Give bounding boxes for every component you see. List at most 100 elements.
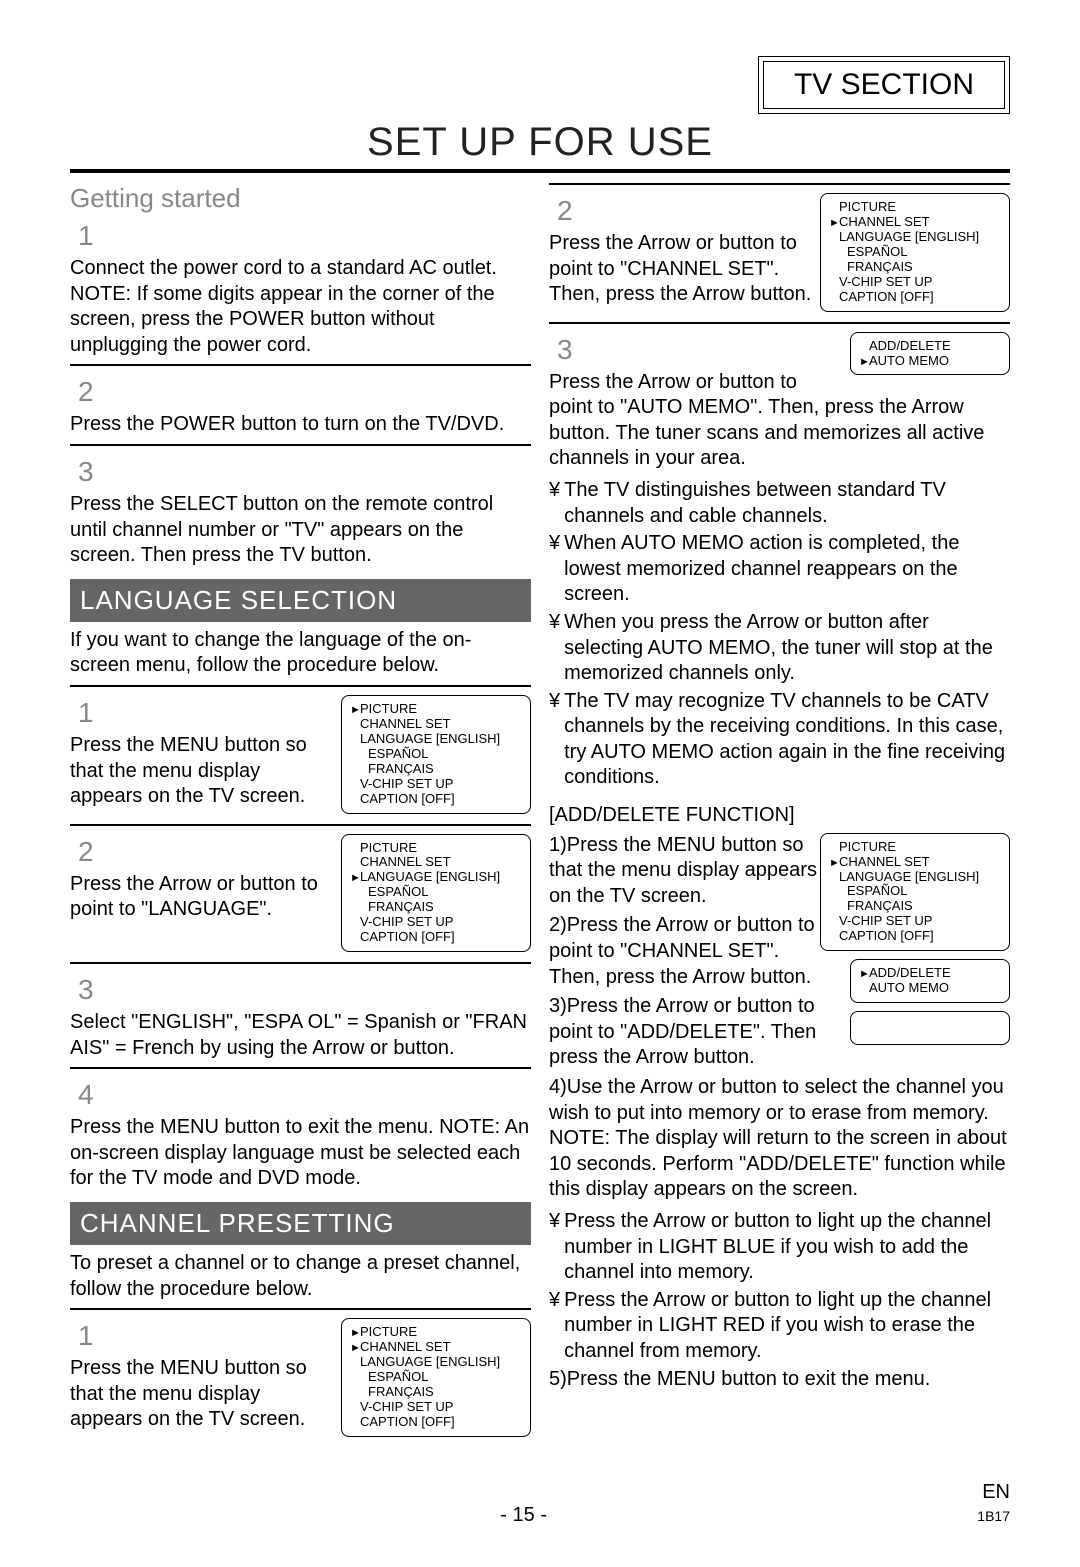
menu-item: CHANNEL SET: [360, 1340, 451, 1355]
right-column: PICTURE CHANNEL SET LANGUAGE [ENGLISH] E…: [549, 181, 1010, 1441]
lang-step-1: PICTURE CHANNEL SET LANGUAGE [ENGLISH] E…: [70, 693, 531, 818]
menu-item: CAPTION [OFF]: [839, 929, 934, 944]
page-footer: - 15 - EN 1B17: [70, 1481, 1010, 1527]
right-step-2: PICTURE CHANNEL SET LANGUAGE [ENGLISH] E…: [549, 191, 1010, 316]
yen-bullet-icon: ¥: [549, 1209, 560, 1286]
step-number: 2: [78, 376, 94, 408]
menu-item: ESPAÑOL: [368, 747, 428, 762]
menu-item: FRANÇAIS: [368, 900, 434, 915]
menu-item: V-CHIP SET UP: [360, 777, 453, 792]
step-divider: [70, 962, 531, 964]
menu-item: ADD/DELETE: [869, 966, 951, 981]
step-number: 2: [557, 195, 573, 227]
bullet-item: ¥When you press the Arrow or button afte…: [549, 610, 1010, 687]
bullet-text: When AUTO MEMO action is completed, the …: [564, 531, 1010, 608]
menu-item: V-CHIP SET UP: [360, 1400, 453, 1415]
bullet-item: ¥Press the Arrow or button to light up t…: [549, 1288, 1010, 1365]
menu-item: CHANNEL SET: [360, 717, 451, 732]
bullet-text: When you press the Arrow or button after…: [564, 610, 1010, 687]
menu-item: LANGUAGE [ENGLISH]: [360, 732, 500, 747]
bullet-text: Press the Arrow or button to light up th…: [564, 1288, 1010, 1365]
yen-bullet-icon: ¥: [549, 531, 560, 608]
step-body: Press the SELECT button on the remote co…: [70, 492, 531, 569]
step-number: 3: [557, 334, 573, 366]
menu-item: CHANNEL SET: [360, 855, 451, 870]
step-divider: [70, 364, 531, 366]
add-delete-heading: [ADD/DELETE FUNCTION]: [549, 803, 1010, 829]
triangle-right-icon: [859, 354, 869, 369]
step-divider: [549, 183, 1010, 185]
right-step-3: ADD/DELETE AUTO MEMO 3 Press the Arrow o…: [549, 330, 1010, 476]
menu-item: LANGUAGE [ENGLISH]: [839, 230, 979, 245]
triangle-right-icon: [859, 966, 869, 981]
menu-item: PICTURE: [839, 200, 896, 215]
menu-item: ADD/DELETE: [869, 339, 951, 354]
yen-bullet-icon: ¥: [549, 689, 560, 791]
page: TV SECTION SET UP FOR USE Getting starte…: [0, 0, 1080, 1567]
bullet-text: Press the Arrow or button to light up th…: [564, 1209, 1010, 1286]
menu-item: FRANÇAIS: [368, 1385, 434, 1400]
main-title: SET UP FOR USE: [70, 120, 1010, 165]
menu-item: CAPTION [OFF]: [839, 290, 934, 305]
channel-presetting-banner: CHANNEL PRESETTING: [70, 1202, 531, 1245]
yen-bullet-icon: ¥: [549, 1288, 560, 1365]
left-column: Getting started 1 Connect the power cord…: [70, 181, 531, 1441]
footer-code: 1B17: [977, 1508, 1010, 1524]
step-body: Press the MENU button to exit the menu. …: [70, 1115, 531, 1192]
triangle-right-icon: [350, 1340, 360, 1355]
step-body: Connect the power cord to a standard AC …: [70, 256, 531, 358]
menu-item: LANGUAGE [ENGLISH]: [360, 1355, 500, 1370]
menu-item: FRANÇAIS: [847, 260, 913, 275]
osd-menu-picture-channel: PICTURE CHANNEL SET LANGUAGE [ENGLISH] E…: [341, 1318, 531, 1437]
page-number: - 15 -: [500, 1504, 547, 1527]
bullet-item: ¥The TV may recognize TV channels to be …: [549, 689, 1010, 791]
menu-item: AUTO MEMO: [869, 981, 949, 996]
step-divider: [70, 1067, 531, 1069]
section-label: TV SECTION: [763, 61, 1005, 109]
menu-item: CHANNEL SET: [839, 855, 930, 870]
step-number: 1: [78, 220, 94, 252]
menu-item: V-CHIP SET UP: [839, 914, 932, 929]
menu-item: ESPAÑOL: [368, 885, 428, 900]
menu-item: LANGUAGE [ENGLISH]: [839, 870, 979, 885]
menu-item: AUTO MEMO: [869, 354, 949, 369]
right-menu-stack: PICTURE CHANNEL SET LANGUAGE [ENGLISH] E…: [820, 833, 1010, 1045]
menu-item: PICTURE: [360, 841, 417, 856]
step-number: 1: [78, 697, 94, 729]
footer-language: EN: [982, 1481, 1010, 1503]
language-intro: If you want to change the language of th…: [70, 628, 531, 679]
menu-item: V-CHIP SET UP: [360, 915, 453, 930]
step-body: 4)Use the Arrow or button to select the …: [549, 1075, 1010, 1203]
menu-item: PICTURE: [839, 840, 896, 855]
yen-bullet-icon: ¥: [549, 478, 560, 529]
add-delete-block: PICTURE CHANNEL SET LANGUAGE [ENGLISH] E…: [549, 833, 1010, 1207]
step-body: Press the Arrow or button to point to "A…: [549, 370, 1010, 472]
menu-item: CAPTION [OFF]: [360, 1415, 455, 1430]
step-number: 1: [78, 1320, 94, 1352]
step-number: 2: [78, 836, 94, 868]
menu-item: ESPAÑOL: [368, 1370, 428, 1385]
menu-item: FRANÇAIS: [847, 899, 913, 914]
step-divider: [70, 824, 531, 826]
title-divider: [70, 169, 1010, 173]
header-row: TV SECTION: [70, 56, 1010, 114]
osd-menu-blank: [850, 1011, 1010, 1045]
menu-item: ESPAÑOL: [847, 245, 907, 260]
menu-item: PICTURE: [360, 702, 417, 717]
chan-step-1: PICTURE CHANNEL SET LANGUAGE [ENGLISH] E…: [70, 1316, 531, 1441]
osd-menu-channel-set-selected: PICTURE CHANNEL SET LANGUAGE [ENGLISH] E…: [820, 193, 1010, 312]
channel-intro: To preset a channel or to change a prese…: [70, 1251, 531, 1302]
step-number: 3: [78, 456, 94, 488]
language-selection-banner: LANGUAGE SELECTION: [70, 579, 531, 622]
step-body: 5)Press the MENU button to exit the menu…: [549, 1367, 1010, 1393]
step-divider: [70, 444, 531, 446]
osd-menu-picture-selected: PICTURE CHANNEL SET LANGUAGE [ENGLISH] E…: [341, 695, 531, 814]
content-columns: Getting started 1 Connect the power cord…: [70, 181, 1010, 1441]
getting-started-heading: Getting started: [70, 183, 531, 214]
bullet-item: ¥Press the Arrow or button to light up t…: [549, 1209, 1010, 1286]
step-divider: [549, 322, 1010, 324]
triangle-right-icon: [350, 702, 360, 717]
step-body: Press the POWER button to turn on the TV…: [70, 412, 531, 438]
menu-item: CHANNEL SET: [839, 215, 930, 230]
menu-item: FRANÇAIS: [368, 762, 434, 777]
